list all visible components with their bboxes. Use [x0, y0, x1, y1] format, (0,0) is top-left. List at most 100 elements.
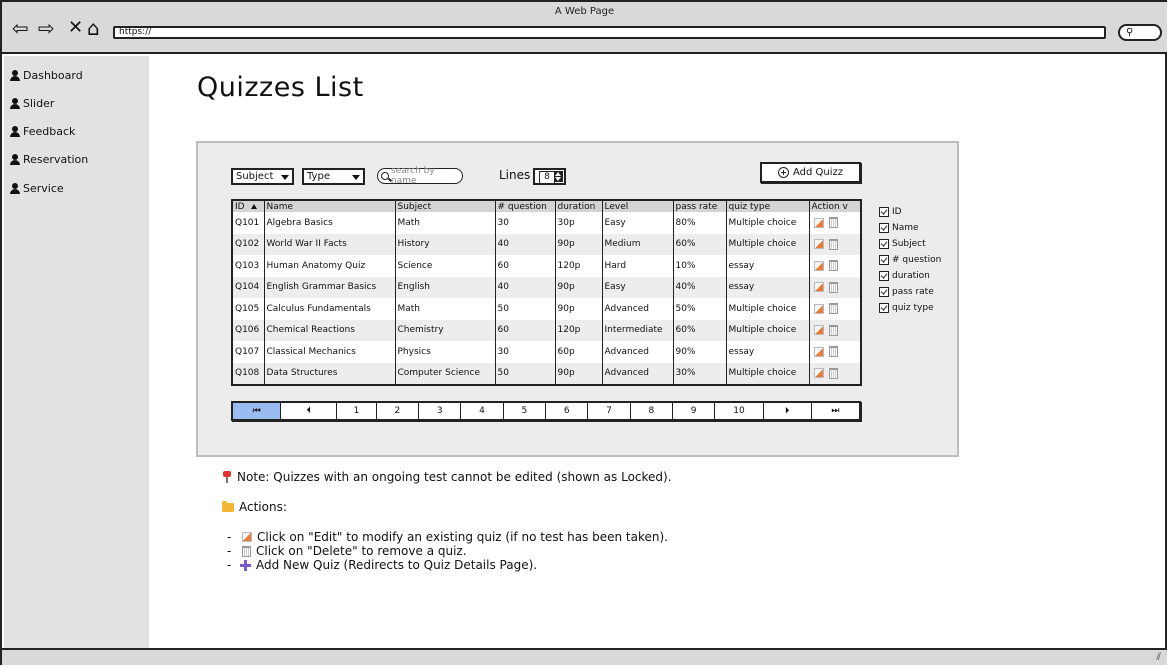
cell-level: Advanced — [602, 341, 674, 363]
sidebar-item-slider[interactable]: Slider — [10, 97, 54, 110]
pagination-page-button[interactable]: 8 — [631, 403, 673, 419]
column-toggle[interactable]: ID — [879, 204, 941, 220]
cell-actions — [809, 319, 860, 341]
column-toggle[interactable]: Subject — [879, 236, 941, 252]
stepper-arrows-icon[interactable] — [554, 171, 563, 182]
person-icon — [10, 98, 20, 109]
edit-icon[interactable] — [813, 239, 824, 250]
pagination-nav-button[interactable]: ⏭ — [812, 403, 859, 419]
cell-level: Intermediate — [602, 319, 674, 341]
cell-pass-rate: 40% — [673, 276, 727, 298]
checkbox-checked-icon[interactable] — [879, 255, 889, 265]
cell-id: Q103 — [233, 255, 265, 277]
edit-instruction: - Click on "Edit" to modify an existing … — [227, 530, 668, 544]
column-header-duration[interactable]: duration — [555, 201, 603, 212]
checkbox-checked-icon[interactable] — [879, 287, 889, 297]
note-text: Note: Quizzes with an ongoing test canno… — [237, 470, 672, 484]
sidebar-item-feedback[interactable]: Feedback — [10, 125, 75, 138]
sidebar-item-dashboard[interactable]: Dashboard — [10, 69, 83, 82]
pagination-nav-button[interactable]: ⏴ — [281, 403, 338, 419]
forward-arrow-icon[interactable]: ⇨ — [38, 17, 55, 39]
pagination-page-button[interactable]: 3 — [419, 403, 462, 419]
home-icon[interactable]: ⌂ — [87, 17, 100, 39]
search-input[interactable]: search by name — [377, 166, 463, 186]
pagination-nav-button[interactable]: ⏮ — [233, 403, 282, 419]
cell-level: Advanced — [602, 362, 674, 384]
pagination-page-button[interactable]: 4 — [461, 403, 504, 419]
edit-icon[interactable] — [813, 325, 824, 336]
pagination-page-button[interactable]: 5 — [504, 403, 547, 419]
column-header-question[interactable]: # question — [495, 201, 556, 212]
cell-question: 40 — [495, 276, 556, 298]
trash-icon[interactable] — [828, 303, 838, 315]
checkbox-checked-icon[interactable] — [879, 239, 889, 249]
checkbox-checked-icon[interactable] — [879, 207, 889, 217]
column-toggle[interactable]: pass rate — [879, 284, 941, 300]
column-toggle-label: quiz type — [892, 303, 934, 313]
checkbox-checked-icon[interactable] — [879, 223, 889, 233]
cell-pass-rate: 90% — [673, 341, 727, 363]
edit-icon[interactable] — [813, 303, 824, 314]
pagination-page-button[interactable]: 1 — [337, 403, 377, 419]
close-icon[interactable]: ✕ — [68, 17, 83, 39]
edit-icon[interactable] — [813, 346, 824, 357]
checkbox-checked-icon[interactable] — [879, 271, 889, 281]
cell-pass-rate: 10% — [673, 255, 727, 277]
column-header-id[interactable]: ID — [233, 201, 265, 212]
trash-icon[interactable] — [828, 217, 838, 229]
url-bar[interactable]: https:// — [113, 26, 1106, 39]
type-select[interactable]: Type — [302, 168, 365, 185]
sidebar-item-reservation[interactable]: Reservation — [10, 153, 88, 166]
cell-level: Hard — [602, 255, 674, 277]
pagination-page-button[interactable]: 9 — [673, 403, 716, 419]
add-quiz-button[interactable]: Add Quizz — [760, 162, 861, 183]
column-header-pass-rate[interactable]: pass rate — [673, 201, 727, 212]
pagination-nav-button[interactable]: ⏵ — [764, 403, 812, 419]
sidebar-item-service[interactable]: Service — [10, 182, 64, 195]
trash-icon[interactable] — [828, 367, 838, 379]
cell-name: Human Anatomy Quiz — [264, 255, 396, 277]
pagination-page-button[interactable]: 6 — [546, 403, 589, 419]
column-toggle[interactable]: duration — [879, 268, 941, 284]
trash-icon[interactable] — [828, 281, 838, 293]
trash-icon[interactable] — [828, 260, 838, 272]
sort-ascending-icon[interactable] — [250, 203, 257, 209]
trash-icon[interactable] — [828, 346, 838, 358]
column-header-name[interactable]: Name — [264, 201, 396, 212]
person-icon — [10, 154, 20, 165]
search-icon — [381, 172, 389, 180]
pagination-page-button[interactable]: 7 — [588, 403, 631, 419]
cell-duration: 60p — [555, 341, 603, 363]
column-header-level[interactable]: Level — [602, 201, 674, 212]
trash-icon[interactable] — [828, 238, 838, 250]
resize-grip-icon[interactable]: ⫽ — [1157, 652, 1161, 663]
subject-select[interactable]: Subject — [231, 168, 294, 185]
cell-duration: 120p — [555, 319, 603, 341]
browser-search[interactable]: ⚲ — [1118, 24, 1162, 41]
back-arrow-icon[interactable]: ⇦ — [12, 17, 29, 39]
edit-icon[interactable] — [813, 217, 824, 228]
pagination-page-button[interactable]: 2 — [377, 403, 420, 419]
column-header-action[interactable]: Action v — [809, 201, 860, 212]
cell-level: Easy — [602, 276, 674, 298]
edit-icon[interactable] — [813, 282, 824, 293]
column-header-subject[interactable]: Subject — [395, 201, 496, 212]
column-header-quiz-type[interactable]: quiz type — [726, 201, 810, 212]
lines-stepper[interactable]: 8 — [533, 168, 566, 185]
cell-question: 40 — [495, 233, 556, 255]
column-toggle[interactable]: quiz type — [879, 300, 941, 316]
checkbox-checked-icon[interactable] — [879, 303, 889, 313]
column-toggle-label: pass rate — [892, 287, 934, 297]
edit-icon[interactable] — [813, 260, 824, 271]
column-toggle-label: Subject — [892, 239, 926, 249]
type-select-value: Type — [307, 171, 330, 182]
bullet-dash: - — [227, 530, 232, 544]
sidebar-item-label: Service — [23, 182, 64, 195]
folder-icon — [222, 500, 234, 512]
pagination-page-button[interactable]: 10 — [715, 403, 764, 419]
edit-icon[interactable] — [813, 368, 824, 379]
cell-subject: Math — [395, 212, 496, 234]
column-toggle[interactable]: Name — [879, 220, 941, 236]
trash-icon[interactable] — [828, 324, 838, 336]
column-toggle[interactable]: # question — [879, 252, 941, 268]
